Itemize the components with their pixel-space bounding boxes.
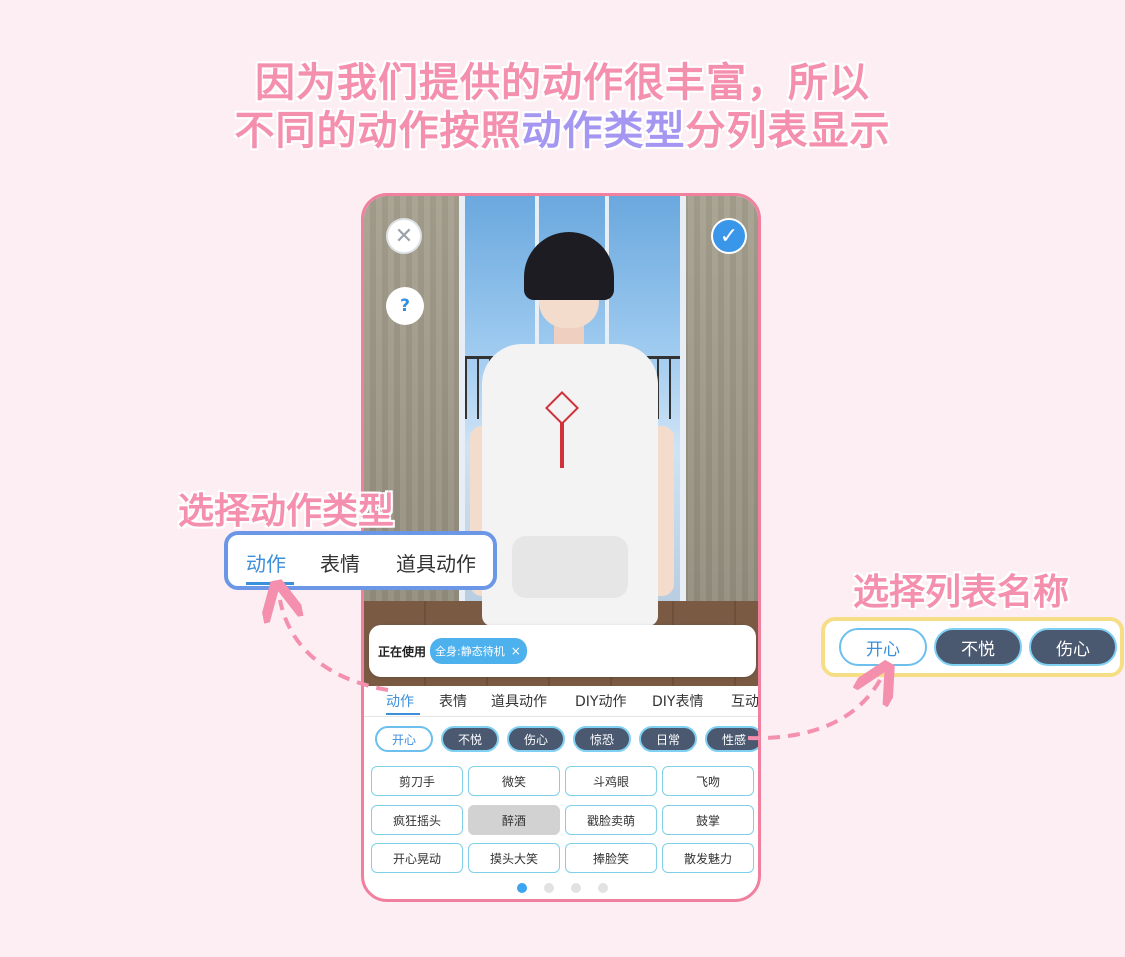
zoom-tab-prop-action: 道具动作 [396, 552, 476, 576]
page-indicator [364, 883, 758, 893]
help-button[interactable]: ? [386, 287, 424, 325]
action-button[interactable]: 捧脸笑 [565, 843, 657, 873]
confirm-button[interactable]: ✓ [711, 218, 747, 254]
active-tab-indicator [386, 713, 420, 715]
category-chips: 开心 不悦 伤心 惊恐 日常 性感 [375, 726, 758, 754]
category-chip-sexy[interactable]: 性感 [705, 726, 758, 752]
page-dot[interactable] [598, 883, 608, 893]
category-chip-upset[interactable]: 不悦 [441, 726, 499, 752]
action-button[interactable]: 飞吻 [662, 766, 754, 796]
zoom-chip-upset: 不悦 [934, 628, 1022, 666]
page-dot[interactable] [544, 883, 554, 893]
avatar-scene: ✕ ✓ ? 正在使用 全身:静态待机 × [364, 196, 758, 686]
tab-prop-action[interactable]: 道具动作 [491, 691, 547, 711]
zoom-tab-action: 动作 [246, 552, 286, 576]
zoomed-category-chips: 开心 不悦 伤心 [821, 617, 1124, 677]
action-button[interactable]: 斗鸡眼 [565, 766, 657, 796]
remove-icon[interactable]: × [511, 644, 521, 658]
current-action-text: 全身:静态待机 [435, 645, 505, 658]
action-button[interactable]: 开心晃动 [371, 843, 463, 873]
page-dot[interactable] [571, 883, 581, 893]
callout-select-type: 选择动作类型 [178, 491, 395, 532]
close-icon: ✕ [394, 223, 414, 249]
action-button[interactable]: 剪刀手 [371, 766, 463, 796]
headline-text: 不同的动作按照 [234, 108, 522, 154]
action-button[interactable]: 摸头大笑 [468, 843, 560, 873]
action-button[interactable]: 鼓掌 [662, 805, 754, 835]
action-button[interactable]: 微笑 [468, 766, 560, 796]
close-button[interactable]: ✕ [386, 218, 422, 254]
tab-interaction[interactable]: 互动 [731, 691, 758, 711]
zoom-chip-happy: 开心 [839, 628, 927, 666]
action-type-tabs: 动作 表情 道具动作 DIY动作 DIY表情 互动 [364, 686, 758, 717]
zoom-chip-sad: 伤心 [1029, 628, 1117, 666]
current-action-chip[interactable]: 全身:静态待机 × [430, 638, 527, 664]
category-chip-daily[interactable]: 日常 [639, 726, 697, 752]
avatar-tassel [560, 422, 564, 468]
page-dot-active[interactable] [517, 883, 527, 893]
tab-expression[interactable]: 表情 [439, 691, 467, 711]
zoom-tab-indicator [246, 582, 294, 585]
callout-select-list: 选择列表名称 [853, 572, 1070, 613]
action-button[interactable]: 散发魅力 [662, 843, 754, 873]
action-button-disabled: 醉酒 [468, 805, 560, 835]
checkmark-icon: ✓ [719, 223, 739, 249]
using-label: 正在使用 [378, 644, 427, 659]
arrow-to-category-chips [747, 680, 880, 741]
zoom-tab-expression: 表情 [320, 552, 360, 576]
category-chip-sad[interactable]: 伤心 [507, 726, 565, 752]
avatar-pocket [512, 536, 628, 598]
tab-diy-action[interactable]: DIY动作 [575, 691, 626, 711]
current-action-bar: 正在使用 全身:静态待机 × [369, 625, 756, 677]
zoomed-type-tabs: 动作 表情 道具动作 [224, 531, 497, 590]
headline-line-2: 不同的动作按照动作类型分列表显示 [0, 98, 1125, 156]
headline-highlight: 动作类型 [521, 108, 686, 154]
action-button[interactable]: 疯狂摇头 [371, 805, 463, 835]
tab-action[interactable]: 动作 [386, 691, 414, 711]
category-chip-happy[interactable]: 开心 [375, 726, 433, 752]
category-chip-fear[interactable]: 惊恐 [573, 726, 631, 752]
question-icon: ? [400, 296, 410, 316]
headline-text: 分列表显示 [685, 108, 891, 154]
tab-diy-expression[interactable]: DIY表情 [652, 691, 703, 711]
action-button[interactable]: 戳脸卖萌 [565, 805, 657, 835]
